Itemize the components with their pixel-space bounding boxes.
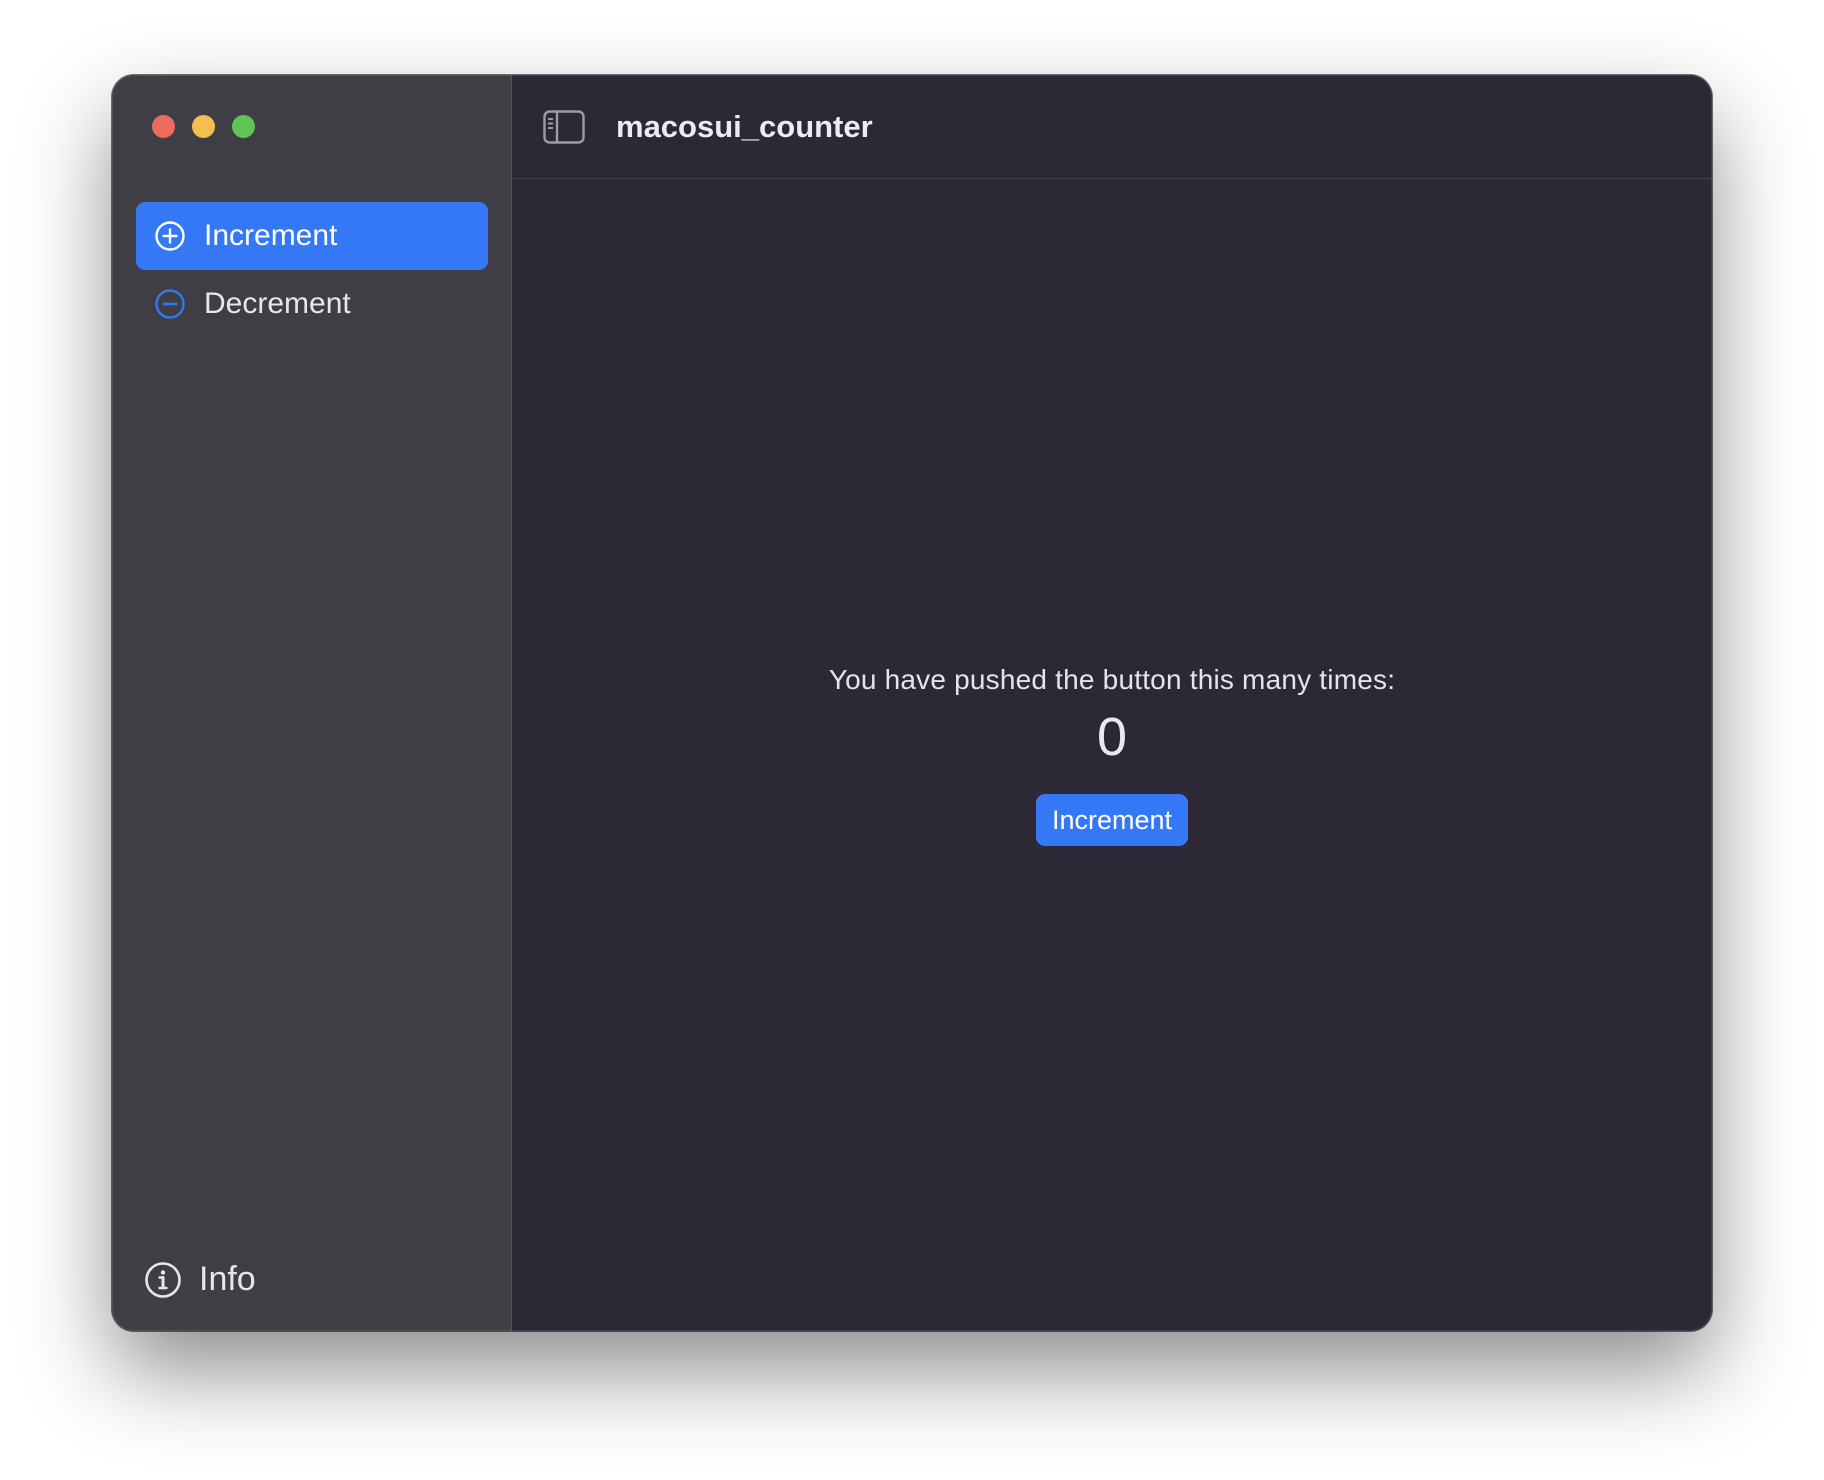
minus-circle-icon	[154, 288, 186, 320]
info-circle-icon	[144, 1261, 182, 1299]
desktop-background: Increment Decrement Info macosui_counter…	[0, 0, 1824, 1480]
app-window: Increment Decrement Info macosui_counter…	[112, 75, 1712, 1331]
main-pane: macosui_counter You have pushed the butt…	[512, 75, 1712, 1331]
sidebar-nav: Increment Decrement	[136, 202, 488, 338]
minimize-window-button[interactable]	[192, 115, 215, 138]
sidebar-toggle-icon[interactable]	[543, 110, 585, 144]
content-area: You have pushed the button this many tim…	[512, 179, 1712, 1331]
counter-value: 0	[1096, 707, 1128, 767]
info-button[interactable]: Info	[144, 1260, 256, 1299]
sidebar-item-decrement[interactable]: Decrement	[136, 270, 488, 338]
plus-circle-icon	[154, 220, 186, 252]
window-title: macosui_counter	[616, 109, 873, 144]
close-window-button[interactable]	[152, 115, 175, 138]
sidebar-item-label: Increment	[204, 219, 338, 252]
zoom-window-button[interactable]	[232, 115, 255, 138]
window-controls	[152, 115, 255, 138]
counter-message: You have pushed the button this many tim…	[828, 664, 1396, 695]
sidebar-item-label: Decrement	[204, 287, 351, 320]
toolbar: macosui_counter	[512, 75, 1712, 179]
sidebar: Increment Decrement Info	[112, 75, 512, 1331]
counter-panel: You have pushed the button this many tim…	[512, 664, 1712, 846]
info-label: Info	[199, 1260, 256, 1298]
increment-button[interactable]: Increment	[1035, 794, 1189, 846]
sidebar-item-increment[interactable]: Increment	[136, 202, 488, 270]
